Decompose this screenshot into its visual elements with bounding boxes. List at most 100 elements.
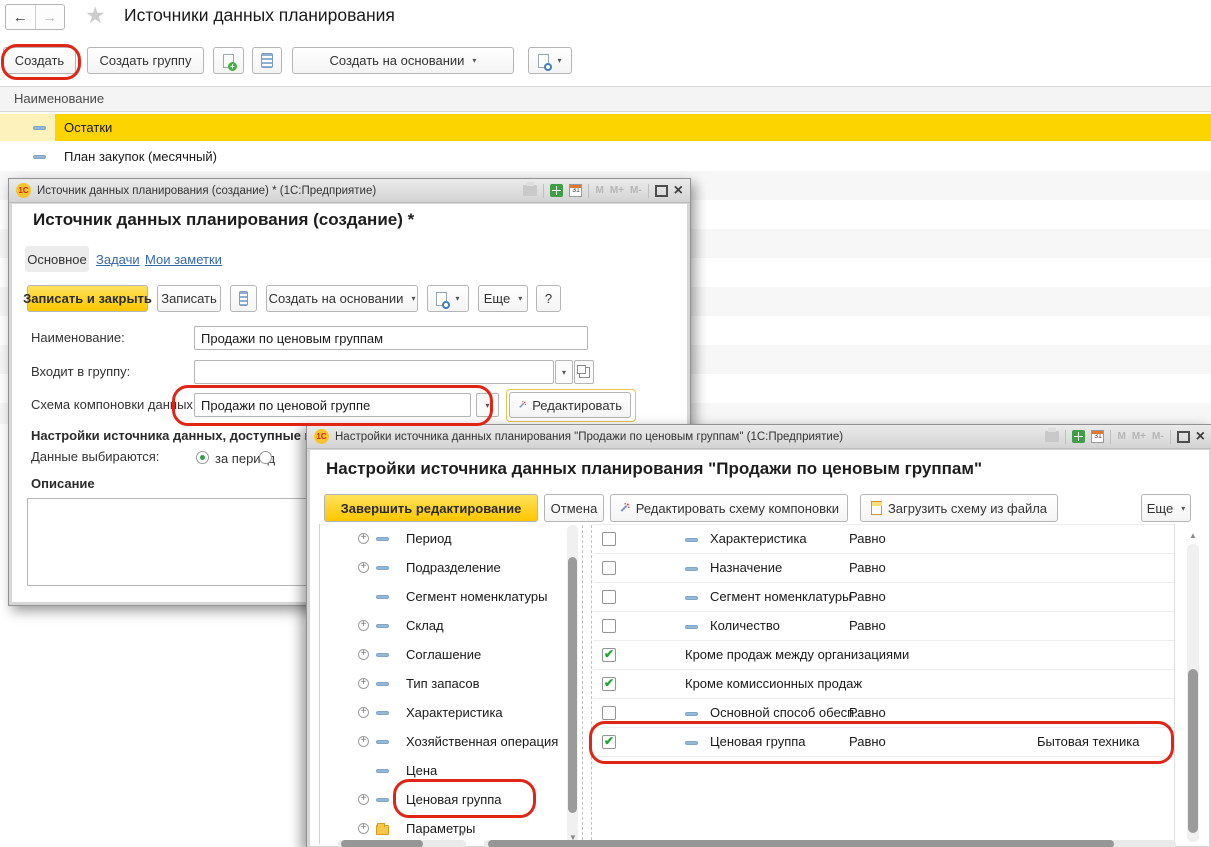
group-field[interactable] xyxy=(194,360,554,384)
tree-item[interactable]: +Параметры xyxy=(320,814,568,843)
more-button[interactable]: Еще ▾ xyxy=(1141,494,1191,522)
expand-icon[interactable]: + xyxy=(358,562,369,573)
dialog1-titlebar[interactable]: 1С Источник данных планирования (создани… xyxy=(9,179,690,203)
report-menu-button[interactable]: ▾ xyxy=(528,47,572,74)
conditions-scrollbar-thumb[interactable] xyxy=(1188,669,1198,833)
condition-row[interactable]: ✔ Характеристика Равно xyxy=(593,525,1174,554)
condition-row[interactable]: ✔ Назначение Равно xyxy=(593,554,1174,583)
condition-row[interactable]: ✔ Сегмент номенклатуры Равно xyxy=(593,583,1174,612)
forward-button[interactable]: → xyxy=(36,5,65,29)
expand-icon[interactable]: + xyxy=(358,823,369,834)
checkbox[interactable]: ✔ xyxy=(602,735,616,749)
schema-dropdown-button[interactable]: ▾ xyxy=(476,393,499,417)
table-row[interactable]: Остатки xyxy=(0,113,1211,142)
back-button[interactable]: ← xyxy=(6,5,36,29)
checkbox[interactable]: ✔ xyxy=(602,648,616,662)
list-settings-button[interactable] xyxy=(230,285,257,312)
checkbox[interactable]: ✔ xyxy=(602,532,616,546)
memory-m-plus-button[interactable]: M+ xyxy=(610,185,624,196)
create-group-button[interactable]: Создать группу xyxy=(87,47,204,74)
memory-m-button[interactable]: M xyxy=(1117,431,1125,442)
condition-row[interactable]: ✔ Основной способ обесп... Равно xyxy=(593,699,1174,728)
tree-item[interactable]: +Хозяйственная операция xyxy=(320,727,568,756)
group-dropdown-button[interactable]: ▾ xyxy=(555,360,573,384)
tree-item[interactable]: +Тип запасов xyxy=(320,669,568,698)
condition-row[interactable]: ✔ Ценовая группа Равно Бытовая техника xyxy=(593,728,1174,757)
period-radio[interactable] xyxy=(196,451,209,464)
tree-item[interactable]: +Подразделение xyxy=(320,553,568,582)
report-menu-button[interactable]: ▾ xyxy=(427,285,469,312)
tab-notes[interactable]: Мои заметки xyxy=(145,246,222,272)
tree-item[interactable]: +Характеристика xyxy=(320,698,568,727)
calculator-icon[interactable] xyxy=(1072,430,1085,443)
expand-icon[interactable]: + xyxy=(358,678,369,689)
finish-editing-button[interactable]: Завершить редактирование xyxy=(324,494,538,522)
group-open-button[interactable] xyxy=(574,360,594,384)
list-settings-button[interactable] xyxy=(252,47,282,74)
favorite-star-icon[interactable]: ★ xyxy=(85,2,106,29)
memory-m-plus-button[interactable]: M+ xyxy=(1132,431,1146,442)
table-row[interactable]: План закупок (месячный) xyxy=(0,142,1211,171)
second-radio[interactable] xyxy=(259,451,272,464)
calendar-icon[interactable]: 31 xyxy=(1091,430,1104,443)
condition-row[interactable]: ✔ Кроме комиссионных продаж xyxy=(593,670,1174,699)
tab-main[interactable]: Основное xyxy=(25,246,89,272)
dialog2-titlebar[interactable]: 1С Настройки источника данных планирован… xyxy=(307,425,1211,449)
conditions-horizontal-scrollbar-thumb[interactable] xyxy=(488,840,1114,847)
load-schema-button[interactable]: Загрузить схему из файла xyxy=(860,494,1058,522)
tree-item[interactable]: Цена xyxy=(320,756,568,785)
expand-icon[interactable]: + xyxy=(358,533,369,544)
checkbox[interactable]: ✔ xyxy=(602,619,616,633)
tree-item[interactable]: +Ценовая группа xyxy=(320,785,568,814)
close-button[interactable]: × xyxy=(674,184,683,198)
name-field[interactable] xyxy=(194,326,588,350)
tab-tasks[interactable]: Задачи xyxy=(96,246,140,272)
create-on-base-button[interactable]: Создать на основании ▾ xyxy=(292,47,514,74)
print-icon[interactable] xyxy=(523,185,537,196)
item-dash-icon xyxy=(685,712,698,716)
tree-item[interactable]: +Соглашение xyxy=(320,640,568,669)
save-and-close-button[interactable]: Записать и закрыть xyxy=(27,285,148,312)
new-document-button[interactable]: + xyxy=(213,47,244,74)
expand-icon[interactable]: + xyxy=(358,620,369,631)
tree-item[interactable]: +Склад xyxy=(320,611,568,640)
expand-icon[interactable]: + xyxy=(358,794,369,805)
condition-row[interactable]: ✔ Кроме продаж между организациями xyxy=(593,641,1174,670)
tree-item[interactable]: +Период xyxy=(320,524,568,553)
checkbox[interactable]: ✔ xyxy=(602,561,616,575)
tree-horizontal-scrollbar-thumb[interactable] xyxy=(341,840,423,847)
edit-schema-button[interactable]: Редактировать xyxy=(509,392,631,418)
memory-m-button[interactable]: M xyxy=(595,185,603,196)
checkbox[interactable]: ✔ xyxy=(602,677,616,691)
expand-icon[interactable]: + xyxy=(358,707,369,718)
print-icon[interactable] xyxy=(1045,431,1059,442)
calendar-icon[interactable]: 31 xyxy=(569,184,582,197)
schema-field[interactable] xyxy=(194,393,471,417)
scroll-up-icon[interactable]: ▲ xyxy=(1189,532,1197,540)
maximize-button[interactable] xyxy=(1177,431,1190,443)
tree-item[interactable]: Сегмент номенклатуры xyxy=(320,582,568,611)
expand-icon[interactable]: + xyxy=(358,649,369,660)
save-button[interactable]: Записать xyxy=(157,285,221,312)
maximize-button[interactable] xyxy=(655,185,668,197)
pane-splitter[interactable] xyxy=(582,525,583,845)
memory-m-minus-button[interactable]: M- xyxy=(1152,431,1164,442)
cancel-button[interactable]: Отмена xyxy=(544,494,604,522)
checkbox[interactable]: ✔ xyxy=(602,590,616,604)
pane-splitter[interactable] xyxy=(591,525,592,845)
scroll-down-icon[interactable]: ▼ xyxy=(459,830,467,838)
condition-row[interactable]: ✔ Количество Равно xyxy=(593,612,1174,641)
memory-m-minus-button[interactable]: M- xyxy=(630,185,642,196)
create-button[interactable]: Создать xyxy=(3,47,76,74)
condition-label: Ценовая группа xyxy=(710,728,806,756)
list-column-header[interactable]: Наименование xyxy=(0,86,1211,112)
calculator-icon[interactable] xyxy=(550,184,563,197)
create-on-base-button[interactable]: Создать на основании ▾ xyxy=(266,285,418,312)
more-button[interactable]: Еще ▾ xyxy=(478,285,528,312)
expand-icon[interactable]: + xyxy=(358,736,369,747)
help-button[interactable]: ? xyxy=(536,285,561,312)
tree-scrollbar-thumb[interactable] xyxy=(568,557,577,813)
checkbox[interactable]: ✔ xyxy=(602,706,616,720)
close-button[interactable]: × xyxy=(1196,430,1205,444)
edit-composition-schema-button[interactable]: Редактировать схему компоновки xyxy=(610,494,848,522)
